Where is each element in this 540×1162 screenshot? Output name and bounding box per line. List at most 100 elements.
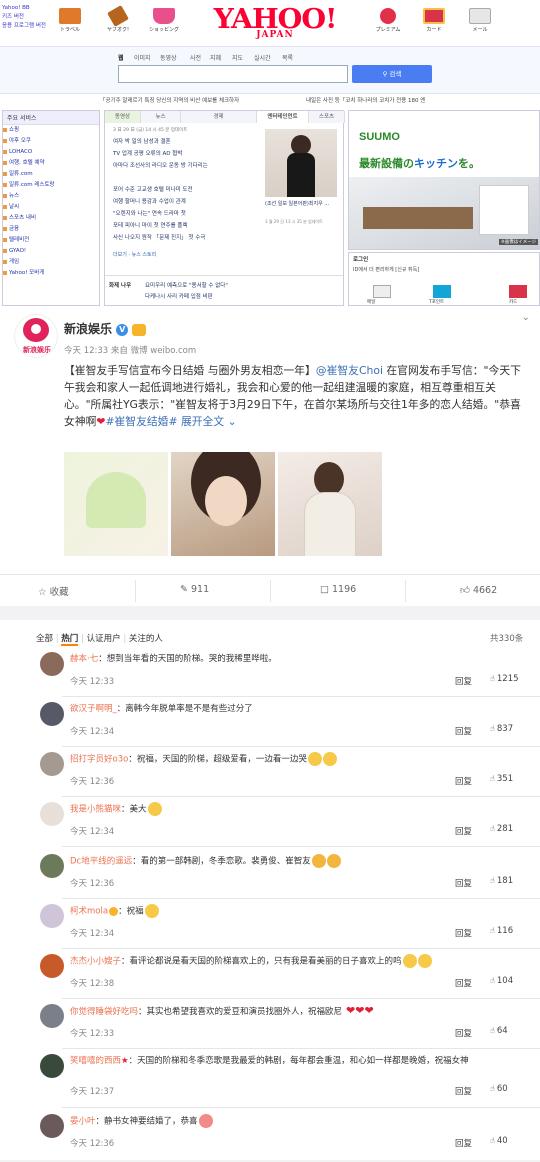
- expand-link[interactable]: 展开全文 ⌄: [178, 415, 237, 428]
- news-item[interactable]: 포어 수준 고교생 호텔 미나미 도전: [113, 185, 263, 195]
- comment-like-button[interactable]: ☝ 1215: [490, 674, 519, 684]
- news-tab[interactable]: 동영상: [105, 111, 141, 123]
- comment-username[interactable]: Dc地平线的遥远: [70, 857, 132, 867]
- card-icon[interactable]: [509, 285, 527, 298]
- news-photo[interactable]: [265, 129, 337, 197]
- user-avatar[interactable]: [40, 904, 64, 928]
- nav-item[interactable]: 스포츠 내비: [3, 213, 99, 224]
- tpoint-icon[interactable]: [433, 285, 451, 298]
- reply-button[interactable]: 回复: [455, 877, 472, 889]
- search-tab[interactable]: 사전: [190, 53, 201, 62]
- nav-item[interactable]: 게임: [3, 257, 99, 268]
- comment-button[interactable]: □ 1196: [320, 584, 356, 595]
- notice-left[interactable]: 「공기주 알레르기 특징 당신의 지역의 비산 예보를 체크하자: [100, 95, 239, 107]
- nav-item[interactable]: 쇼핑: [3, 125, 99, 136]
- news-photo-caption[interactable]: (조선 일보 일본어판)최지우 ...: [265, 201, 337, 208]
- travel-shortcut[interactable]: トラベル: [50, 8, 90, 33]
- reply-button[interactable]: 回复: [455, 927, 472, 939]
- comment-username[interactable]: 欲汉子啊明_: [70, 704, 117, 714]
- premium-shortcut[interactable]: プレミアム: [368, 8, 408, 33]
- reply-button[interactable]: 回复: [455, 1137, 472, 1149]
- news-item[interactable]: TV 업계 공평 오류의 AD 협박: [113, 149, 263, 159]
- user-avatar[interactable]: [40, 1054, 64, 1078]
- like-button[interactable]: 👍︎ 4662: [460, 584, 497, 596]
- search-button[interactable]: ⚲ 검색: [352, 65, 432, 83]
- user-avatar[interactable]: [40, 954, 64, 978]
- user-avatar[interactable]: [40, 1004, 64, 1028]
- comment-username[interactable]: 柯术mola: [70, 907, 108, 917]
- news-item[interactable]: 사신 나오지 원작 「문제 진지」 첫 수극: [113, 233, 263, 243]
- reply-button[interactable]: 回复: [455, 1085, 472, 1097]
- nav-item[interactable]: 야후 오쿠: [3, 136, 99, 147]
- news-tab[interactable]: 경제: [181, 111, 257, 123]
- mail-shortcut[interactable]: メール: [460, 8, 500, 33]
- login-label[interactable]: 로그인: [353, 255, 368, 263]
- login-link[interactable]: 카드: [509, 299, 517, 305]
- filter-hot[interactable]: 热门: [61, 634, 79, 646]
- user-avatar[interactable]: [40, 1114, 64, 1138]
- comment-like-button[interactable]: ☝ 40: [490, 1136, 508, 1146]
- filter-all[interactable]: 全部: [36, 634, 53, 644]
- top-link[interactable]: Yahoo! BB: [2, 4, 46, 13]
- news-item[interactable]: 여행 할머니 용감과 수업이 관계: [113, 197, 263, 207]
- nav-item[interactable]: 뉴스: [3, 191, 99, 202]
- news-tab-active[interactable]: 엔터테인먼트: [257, 111, 309, 123]
- reply-button[interactable]: 回复: [455, 675, 472, 687]
- comment-like-button[interactable]: ☝ 104: [490, 976, 513, 986]
- user-avatar[interactable]: [40, 854, 64, 878]
- filter-following[interactable]: 关注的人: [129, 634, 163, 644]
- user-avatar[interactable]: [40, 752, 64, 776]
- user-avatar[interactable]: [40, 802, 64, 826]
- search-tab[interactable]: 이미지: [134, 53, 151, 62]
- nav-item[interactable]: GYAO!: [3, 246, 99, 257]
- search-tab[interactable]: 지도: [232, 53, 243, 62]
- nav-item[interactable]: 금융: [3, 224, 99, 235]
- yahoo-japan-logo[interactable]: YAHOO! JAPAN: [212, 6, 338, 40]
- filter-verified[interactable]: 认证用户: [87, 634, 121, 644]
- post-image-dress[interactable]: [278, 452, 382, 556]
- chevron-down-icon[interactable]: ⌄: [522, 312, 530, 323]
- account-name[interactable]: 新浪娱乐 V: [64, 320, 147, 337]
- comment-username[interactable]: 赫本·七: [70, 654, 98, 664]
- nav-item[interactable]: 여행, 호텔 예약: [3, 158, 99, 169]
- comment-username[interactable]: 晏小叶: [70, 1117, 96, 1127]
- search-tab[interactable]: 동영상: [160, 53, 177, 62]
- news-item[interactable]: 포테 피아니 마이 첫 연주를 플렉: [113, 221, 263, 231]
- comment-like-button[interactable]: ☝ 281: [490, 824, 513, 834]
- nav-item[interactable]: 날씨: [3, 202, 99, 213]
- comment-username[interactable]: 招打字员好o3o: [70, 755, 128, 765]
- login-link[interactable]: T포인트: [429, 299, 444, 305]
- account-avatar[interactable]: 新浪娱乐: [14, 314, 58, 358]
- post-image-letter[interactable]: [64, 452, 168, 556]
- post-image-portrait[interactable]: [171, 452, 275, 556]
- search-tab[interactable]: 웹: [118, 53, 124, 62]
- sub-text[interactable]: 요미우리 예측으로 "용서할 수 없다": [145, 281, 228, 289]
- news-more-link[interactable]: 더보기 · 뉴스 스토리: [113, 251, 156, 258]
- comment-like-button[interactable]: ☝ 181: [490, 876, 513, 886]
- comment-like-button[interactable]: ☝ 64: [490, 1026, 508, 1036]
- comment-like-button[interactable]: ☝ 837: [490, 724, 513, 734]
- news-tab[interactable]: 뉴스: [141, 111, 181, 123]
- nav-item[interactable]: LOHACO: [3, 147, 99, 158]
- reply-button[interactable]: 回复: [455, 725, 472, 737]
- mail-icon[interactable]: [373, 285, 391, 298]
- comment-username[interactable]: 杰杰小小嫂子: [70, 957, 121, 967]
- reply-button[interactable]: 回复: [455, 825, 472, 837]
- repost-button[interactable]: ✎ 911: [180, 584, 209, 595]
- user-avatar[interactable]: [40, 652, 64, 676]
- nav-item[interactable]: 텔레비전: [3, 235, 99, 246]
- search-input[interactable]: [118, 65, 348, 83]
- reply-button[interactable]: 回复: [455, 1027, 472, 1039]
- search-tab[interactable]: 실시간: [254, 53, 271, 62]
- news-item[interactable]: 아마다 조선사의 라디오 운동 방 기다리는: [113, 161, 263, 171]
- search-tab[interactable]: 지혜: [210, 53, 221, 62]
- news-item[interactable]: 여자 박 일의 남성과 결혼: [113, 137, 263, 147]
- sub-text[interactable]: 다케나시 사리 카페 입점 비판: [145, 292, 213, 300]
- comment-like-button[interactable]: ☝ 60: [490, 1084, 508, 1094]
- comment-username[interactable]: 我是小熊猫咪: [70, 805, 121, 815]
- reply-button[interactable]: 回复: [455, 775, 472, 787]
- login-text[interactable]: ID에서 더 편리하게 [신규 취득]: [353, 266, 419, 273]
- news-tab[interactable]: 스포츠: [309, 111, 345, 123]
- auction-shortcut[interactable]: ヤフオク!: [98, 5, 138, 33]
- user-avatar[interactable]: [40, 702, 64, 726]
